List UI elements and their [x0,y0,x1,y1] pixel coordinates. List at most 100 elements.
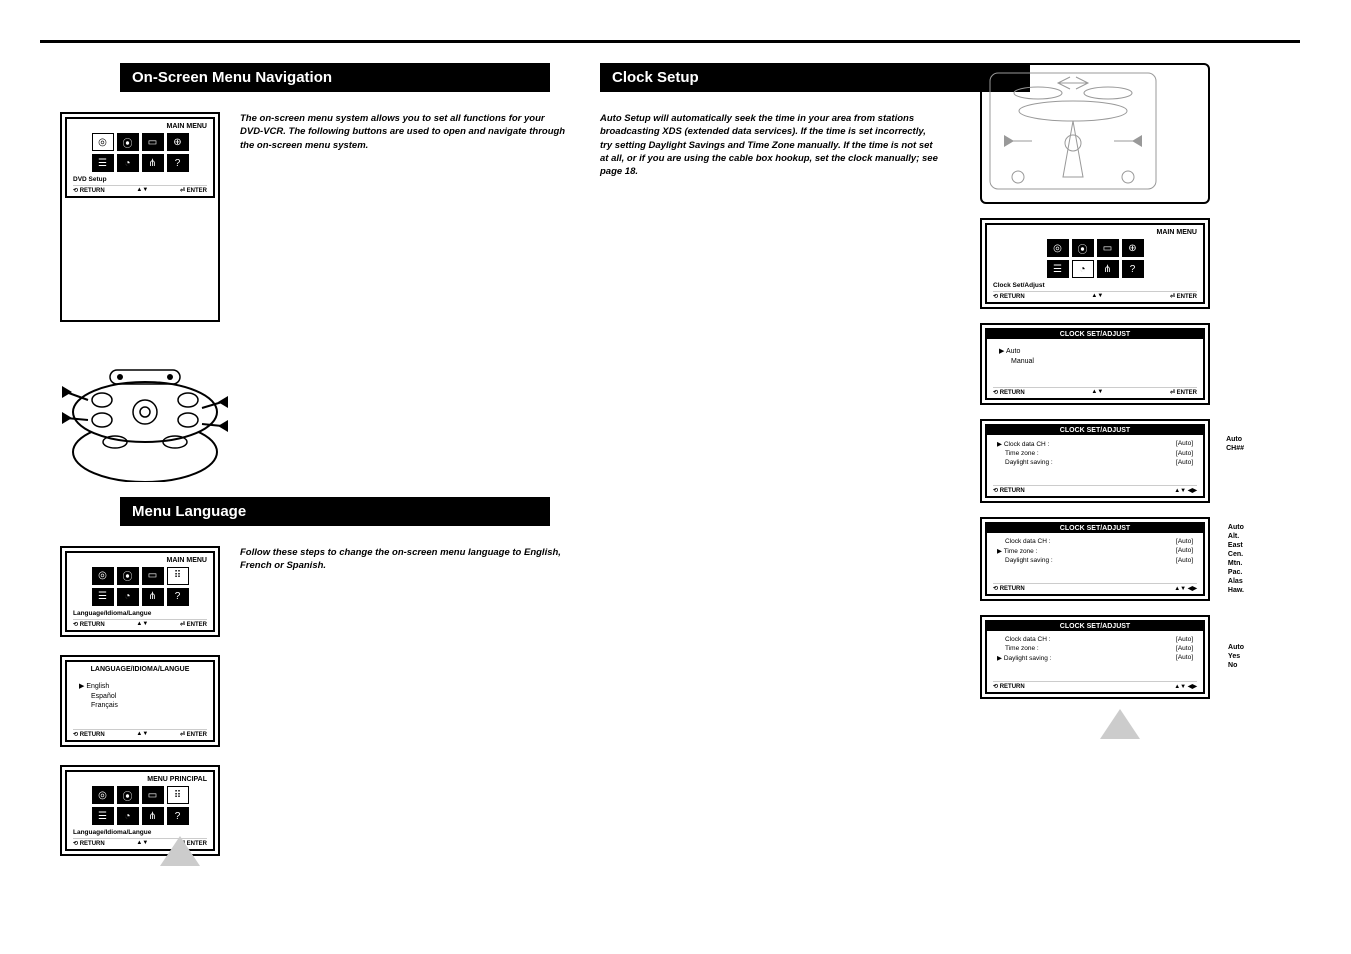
tv-front-panel [988,71,1158,191]
lang-espanol: Español [73,692,207,702]
antenna-icon: ⋔ [142,588,164,606]
r5-row1: Clock data CH :[Auto] [993,635,1197,644]
clock-icon: ◔ [117,154,139,172]
osd3-enter: ⏎ ENTER [180,731,207,738]
clock-manual: Manual [993,357,1197,367]
section-header-menu-language: Menu Language [120,497,550,526]
osd3-footer: ⟲ RETURN ▲▼ ⏎ ENTER [73,729,207,738]
osd-clock-auto-manual: CLOCK SET/ADJUST Auto Manual ⟲ RETURN ▲▼… [985,328,1205,400]
manual-left-page: On-Screen Menu Navigation MAIN MENU ◎ ⦿ … [40,40,640,856]
help-icon: ? [167,154,189,172]
r4-row3: Daylight saving :[Auto] [993,556,1197,565]
osd-main-menu-clock: MAIN MENU ◎ ⦿ ▭ ⊕ ☰ ◔ ⋔ ? Clock Set/Adju… [985,223,1205,304]
osd2-enter: ⏎ ENTER [180,621,207,628]
r-osd1-wrap: MAIN MENU ◎ ⦿ ▭ ⊕ ☰ ◔ ⋔ ? Clock Set/Adju… [980,218,1210,309]
r-osd5-nav: ▲▼ ◀▶ [1174,683,1197,690]
rec-icon: ⦿ [1072,239,1094,257]
osd2-wrap: MAIN MENU ◎ ⦿ ▭ ⠿ ☰ ◔ ⋔ ? Language/Idiom… [60,546,220,637]
manual-right-page: Clock Setup Auto Setup will automaticall… [580,40,1300,348]
osd4-label: Language/Idioma/Langue [73,829,207,836]
r-osd4-wrap: CLOCK SET/ADJUST Clock data CH :[Auto] ▶… [980,517,1210,601]
osd2-grid: ◎ ⦿ ▭ ⠿ ☰ ◔ ⋔ ? [73,567,207,606]
tv-panel-wrap [980,63,1210,204]
menulang-osd-stack: MAIN MENU ◎ ⦿ ▭ ⠿ ☰ ◔ ⋔ ? Language/Idiom… [60,546,220,856]
r4-row2: ▶ Time zone :[Auto] [993,546,1197,556]
lang-francais: Français [73,701,207,711]
r3-row2: Time zone :[Auto] [993,449,1197,458]
osd1-label: DVD Setup [73,176,207,183]
steps-lines-1 [240,176,570,322]
r-osd2-title: CLOCK SET/ADJUST [987,330,1203,339]
help-icon: ? [167,807,189,825]
osd3-wrap: LANGUAGE/IDIOMA/LANGUE English Español F… [60,655,220,747]
screen-icon: ▭ [1097,239,1119,257]
remote-illustration [60,342,230,482]
r-osd4-return: ⟲ RETURN [993,585,1025,592]
osd3-title: LANGUAGE/IDIOMA/LANGUE [73,666,207,673]
intro1-text: The on-screen menu system allows you to … [240,112,570,152]
list-icon: ☰ [92,154,114,172]
r-osd5-wrap: CLOCK SET/ADJUST Clock data CH :[Auto] T… [980,615,1210,699]
osd1-nav: ▲▼ [136,187,148,194]
antenna-icon: ⋔ [1097,260,1119,278]
r3-row3: Daylight saving :[Auto] [993,458,1197,467]
rec-icon: ⦿ [117,786,139,804]
r-osd3-nav: ▲▼ ◀▶ [1174,487,1197,494]
r-osd3-wrap: CLOCK SET/ADJUST ▶ Clock data CH :[Auto]… [980,419,1210,503]
annot-clockch: AutoCH## [1226,435,1244,453]
page-arrow-right [1100,709,1140,739]
dvd-setup-icon: ◎ [92,133,114,151]
osd4-grid: ◎ ⦿ ▭ ⠿ ☰ ◔ ⋔ ? [73,786,207,825]
intro2-text: Follow these steps to change the on-scre… [240,546,570,573]
list-icon: ☰ [92,807,114,825]
clock-icon: ◔ [117,807,139,825]
intro-right-block: Auto Setup will automatically seek the t… [600,112,940,348]
r-osd2-footer: ⟲ RETURN ▲▼ ⏎ ENTER [993,387,1197,396]
dvd-icon: ◎ [92,786,114,804]
steps-lines-2 [240,596,570,742]
r-osd4-title: CLOCK SET/ADJUST [987,524,1203,533]
r-osd4-nav: ▲▼ ◀▶ [1174,585,1197,592]
r-osd4-footer: ⟲ RETURN ▲▼ ◀▶ [993,583,1197,592]
osd1-title: MAIN MENU [73,123,207,130]
osd3-nav: ▲▼ [136,731,148,738]
osd-clock-daylight: CLOCK SET/ADJUST Clock data CH :[Auto] T… [985,620,1205,694]
lang-icon: ⠿ [167,567,189,585]
remote-illustration-wrap [60,342,640,487]
rec-icon: ⦿ [117,567,139,585]
osd4-return: ⟲ RETURN [73,840,105,847]
help-icon: ? [1122,260,1144,278]
row-osd1: MAIN MENU ◎ ⦿ ▭ ⊕ ☰ ◔ ⋔ ? DVD Setup ⟲ RE… [60,112,640,322]
osd-clock-data-ch: CLOCK SET/ADJUST ▶ Clock data CH :[Auto]… [985,424,1205,498]
clock-auto: Auto [993,347,1197,357]
section-header-onscreen-nav: On-Screen Menu Navigation [120,63,550,92]
section-header-clock-setup: Clock Setup [600,63,1030,92]
osd3-return: ⟲ RETURN [73,731,105,738]
dvd-icon: ◎ [92,567,114,585]
lang-english: English [73,682,207,692]
osd-main-menu-2: MAIN MENU ◎ ⦿ ▭ ⠿ ☰ ◔ ⋔ ? Language/Idiom… [65,551,215,632]
r-osd5-title: CLOCK SET/ADJUST [987,622,1203,631]
clock-setup-icon: ◔ [1072,260,1094,278]
osd-main-menu-1: MAIN MENU ◎ ⦿ ▭ ⊕ ☰ ◔ ⋔ ? DVD Setup ⟲ RE… [65,117,215,198]
clock-intro-text: Auto Setup will automatically seek the t… [600,112,940,178]
r-osd2-return: ⟲ RETURN [993,389,1025,396]
r-osd3-title: CLOCK SET/ADJUST [987,426,1203,435]
osd2-return: ⟲ RETURN [73,621,105,628]
rec-icon: ⦿ [117,133,139,151]
r-osd3-return: ⟲ RETURN [993,487,1025,494]
steps-lines-right [600,202,940,348]
list-icon: ☰ [1047,260,1069,278]
screen-icon: ▭ [142,133,164,151]
screen-icon: ▭ [142,567,164,585]
osd2-title: MAIN MENU [73,557,207,564]
r-osd2-enter: ⏎ ENTER [1170,389,1197,396]
intro1-block: The on-screen menu system allows you to … [240,112,570,322]
osd4-title: MENU PRINCIPAL [73,776,207,783]
antenna-icon: ⋔ [142,807,164,825]
osd1-return: ⟲ RETURN [73,187,105,194]
annot-timezone: Auto Alt. East Cen. Mtn. Pac. Alas Haw. [1228,523,1244,596]
r-osd1-footer: ⟲ RETURN ▲▼ ⏎ ENTER [993,291,1197,300]
annot-daylight: Auto Yes No [1228,643,1244,670]
osd2-nav: ▲▼ [136,621,148,628]
